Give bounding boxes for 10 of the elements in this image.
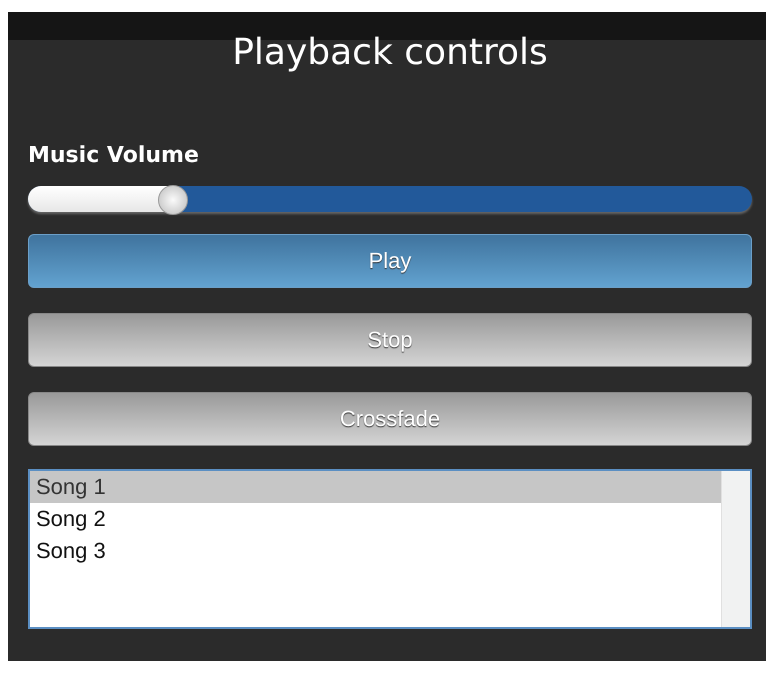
volume-slider[interactable] — [28, 186, 752, 212]
song-item[interactable]: Song 3 — [30, 535, 721, 567]
volume-label: Music Volume — [28, 143, 200, 168]
song-item[interactable]: Song 2 — [30, 503, 721, 535]
page-title: Playback controls — [231, 32, 549, 73]
slider-thumb[interactable] — [158, 185, 188, 215]
scrollbar[interactable] — [721, 471, 750, 627]
song-list[interactable]: Song 1 Song 2 Song 3 — [28, 469, 752, 629]
playback-button[interactable]: Play — [28, 234, 752, 288]
song-item[interactable]: Song 1 — [30, 471, 721, 503]
